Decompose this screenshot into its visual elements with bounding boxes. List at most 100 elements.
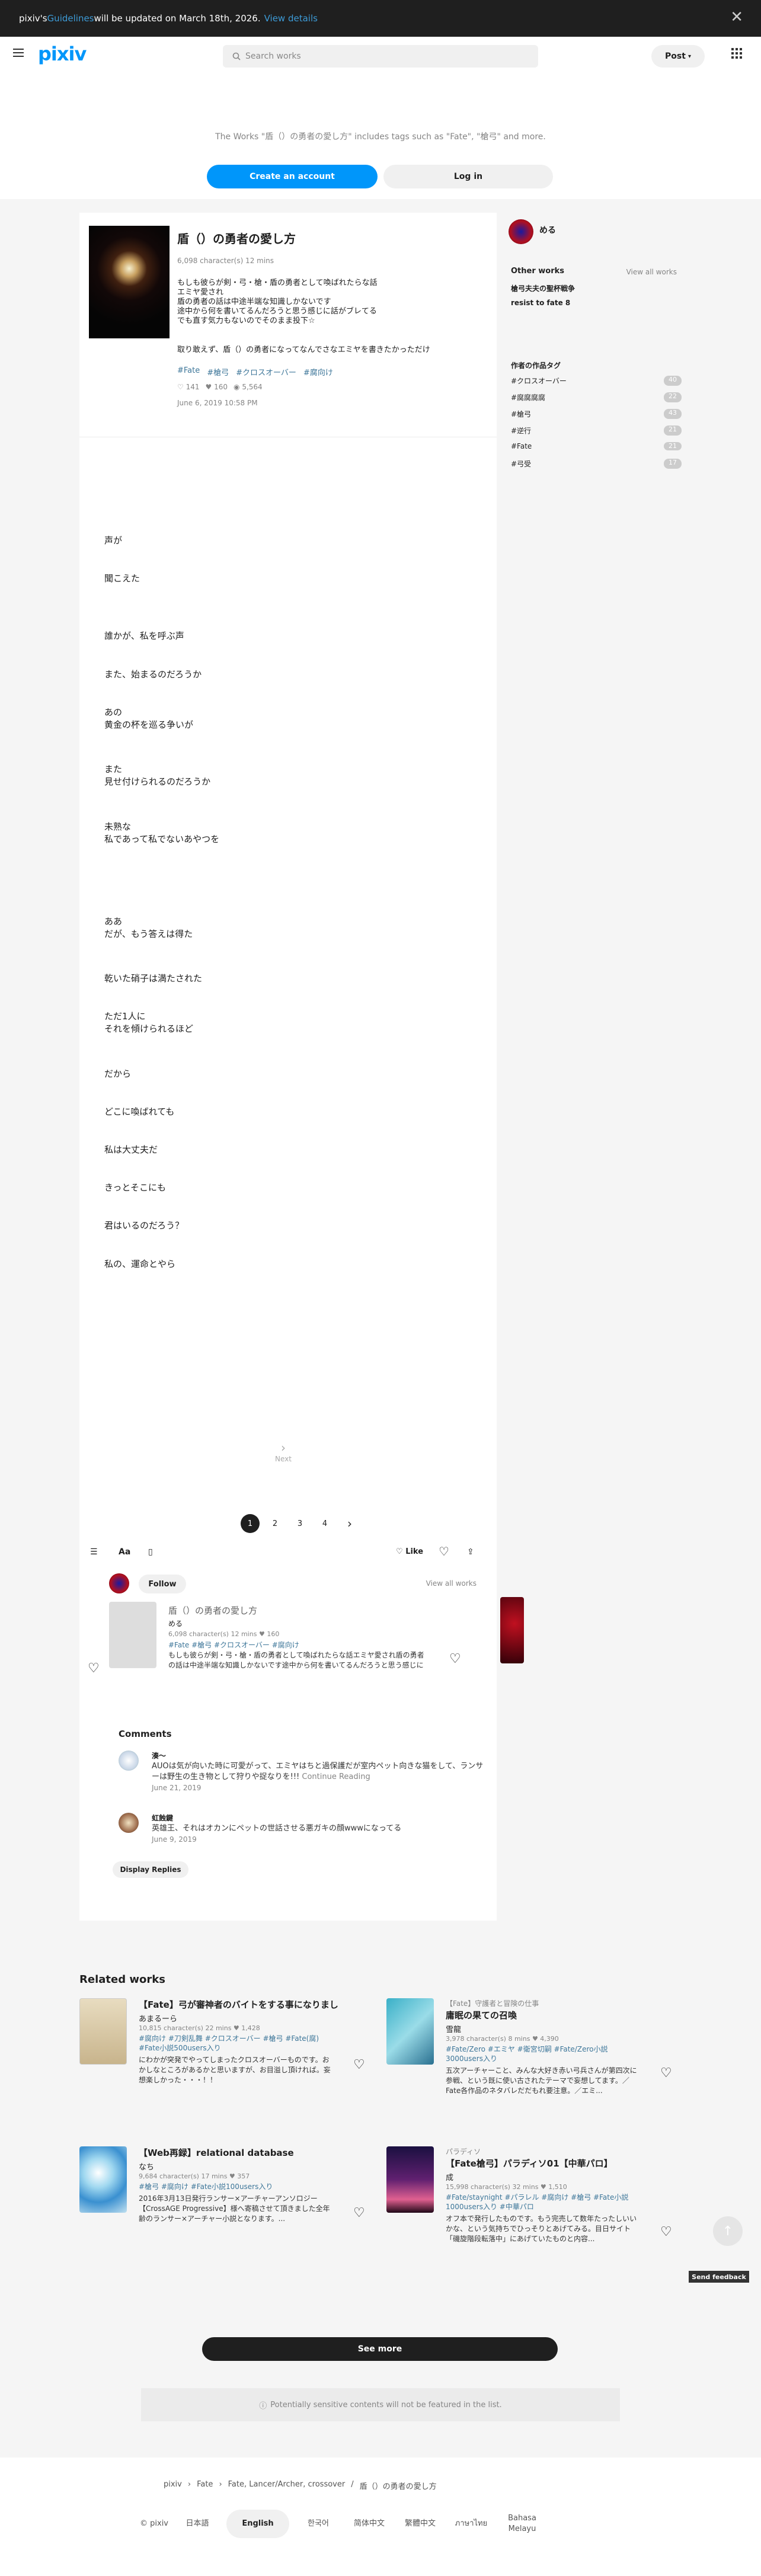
related-work-title[interactable]: 庸眠の果ての召喚: [446, 2009, 517, 2021]
author-tag[interactable]: #弓受 17: [511, 459, 682, 469]
pixiv-logo[interactable]: pixiv: [38, 43, 87, 65]
author-tag[interactable]: #クロスオーバー 40: [511, 376, 682, 386]
mini-work-card[interactable]: 盾（）の勇者の愛し方 める 6,098 character(s) 12 mins…: [88, 1597, 524, 1679]
scroll-to-top-button[interactable]: ↑: [713, 2216, 743, 2246]
related-work-author[interactable]: あまるーら: [139, 2012, 177, 2024]
next-page-button[interactable]: › Next: [275, 1441, 292, 1463]
related-work-author[interactable]: なち: [139, 2161, 154, 2172]
heart-icon[interactable]: ♡: [660, 2225, 673, 2239]
list-icon[interactable]: ☰: [90, 1547, 98, 1557]
author-tag[interactable]: #逆行 21: [511, 425, 682, 436]
related-work[interactable]: 【Web再録】relational database なち 9,684 char…: [79, 2146, 370, 2263]
see-more-button[interactable]: See more: [202, 2337, 558, 2361]
view-all-works-link[interactable]: View all works: [626, 268, 677, 276]
comment-body: 英雄王、それはオカンにペットの世話させる悪ガキの顔wwwになってる: [152, 1824, 402, 1833]
series-name[interactable]: 【Fate】守護者と冒険の仕事: [446, 1998, 539, 2008]
search-input[interactable]: Search works: [223, 45, 538, 68]
related-work-title[interactable]: 【Web再録】relational database: [139, 2146, 294, 2159]
avatar[interactable]: [119, 1751, 139, 1771]
lang-option[interactable]: 日本語: [172, 2510, 223, 2538]
tag-link[interactable]: #クロスオーバー: [236, 366, 296, 377]
follow-button[interactable]: Follow: [139, 1575, 186, 1593]
page-2[interactable]: 2: [266, 1514, 284, 1533]
related-work-title[interactable]: 【Fate】弓が審神者のバイトをする事になりまし: [139, 1998, 338, 2011]
continue-reading-link[interactable]: Continue Reading: [302, 1772, 370, 1781]
heart-icon[interactable]: ♡: [353, 2206, 366, 2220]
desc-line: もしも彼らが剣・弓・槍・盾の勇者として喚ばれたらな話: [177, 279, 378, 287]
body-line: また、始まるのだろうか: [104, 669, 202, 680]
related-work-title[interactable]: 【Fate槍弓】パラディソ01【中華パロ】: [446, 2157, 613, 2169]
author-tag[interactable]: #腐腐腐腐 22: [511, 392, 682, 402]
mini-author[interactable]: める: [168, 1618, 183, 1628]
breadcrumb-item[interactable]: Fate, Lancer/Archer, crossover: [228, 2480, 346, 2491]
related-work-tags[interactable]: #Fate/staynight #パラレル #腐向け #槍弓 #Fate小説10…: [446, 2193, 641, 2212]
work-thumbnail[interactable]: [79, 1998, 127, 2065]
work-thumbnail[interactable]: [79, 2146, 127, 2213]
close-icon[interactable]: ✕: [730, 9, 743, 25]
related-work-author[interactable]: 成: [446, 2171, 453, 2183]
create-account-button[interactable]: Create an account: [207, 165, 378, 188]
page-3[interactable]: 3: [290, 1514, 309, 1533]
related-work[interactable]: パラディソ 【Fate槍弓】パラディソ01【中華パロ】 成 15,998 cha…: [386, 2146, 677, 2263]
breadcrumb-item[interactable]: Fate: [197, 2480, 213, 2491]
lang-option-selected[interactable]: English: [226, 2510, 289, 2538]
like-label: Like: [405, 1547, 424, 1556]
view-all-works-link[interactable]: View all works: [426, 1579, 477, 1588]
series-name[interactable]: パラディソ: [446, 2146, 481, 2156]
sidebar-author-name[interactable]: める: [539, 224, 556, 236]
page-1[interactable]: 1: [241, 1514, 260, 1533]
heart-icon[interactable]: ♡: [88, 1661, 101, 1676]
related-work-author[interactable]: 雪龍: [446, 2023, 461, 2034]
view-details-link[interactable]: View details: [264, 13, 318, 24]
display-replies-button[interactable]: Display Replies: [113, 1861, 188, 1878]
heart-icon[interactable]: ♡: [660, 2066, 673, 2081]
body-line: 未熟な 私であって私でないあやつを: [104, 821, 220, 844]
tag-link[interactable]: #腐向け: [303, 366, 333, 377]
tag-link[interactable]: #槍弓: [207, 366, 229, 377]
like-button[interactable]: ♡ Like: [396, 1547, 423, 1556]
lang-option[interactable]: 繁體中文: [395, 2510, 446, 2538]
arrow-up-icon: ↑: [722, 2223, 734, 2239]
menu-icon[interactable]: [13, 49, 24, 57]
chevron-right-icon[interactable]: ›: [340, 1514, 359, 1533]
mini-title[interactable]: 盾（）の勇者の愛し方: [168, 1604, 257, 1617]
other-work-link[interactable]: 槍弓夫夫の聖杯戦争: [511, 283, 575, 293]
author-tag[interactable]: #槍弓 43: [511, 409, 682, 419]
breadcrumb-item[interactable]: pixiv: [164, 2480, 182, 2491]
related-work-tags[interactable]: #腐向け #刀剣乱舞 #クロスオーバー #槍弓 #Fate(腐) #Fate小説…: [139, 2034, 334, 2053]
login-button[interactable]: Log in: [383, 165, 553, 188]
work-thumbnail[interactable]: [386, 2146, 434, 2213]
apps-grid-icon[interactable]: [731, 48, 742, 59]
related-work-tags[interactable]: #Fate/Zero #エミヤ #衛宮切嗣 #Fate/Zero小説3000us…: [446, 2044, 641, 2063]
related-work[interactable]: 【Fate】守護者と冒険の仕事 庸眠の果ての召喚 雪龍 3,978 charac…: [386, 1998, 677, 2114]
heart-icon[interactable]: ♡: [439, 1544, 449, 1559]
tag-link[interactable]: #Fate: [177, 366, 200, 377]
cover-image[interactable]: [89, 226, 170, 338]
post-button[interactable]: Post ▾: [651, 45, 705, 68]
like-count: ♡ 141: [177, 383, 200, 391]
send-feedback-button[interactable]: Send feedback: [689, 2271, 749, 2283]
comment-author[interactable]: 湊〜: [152, 1751, 166, 1761]
heart-icon[interactable]: ♡: [449, 1652, 462, 1666]
avatar[interactable]: [509, 219, 533, 244]
related-work[interactable]: 【Fate】弓が審神者のバイトをする事になりまし あまるーら 10,815 ch…: [79, 1998, 370, 2114]
work-thumbnail[interactable]: [109, 1602, 156, 1668]
lang-option[interactable]: Bahasa Melayu: [497, 2510, 548, 2538]
lang-option[interactable]: ภาษาไทย: [446, 2510, 497, 2538]
guidelines-link[interactable]: Guidelines: [47, 13, 94, 24]
lang-option[interactable]: 한국어: [293, 2510, 344, 2538]
lang-option[interactable]: 简体中文: [344, 2510, 395, 2538]
bookmark-icon[interactable]: ▯: [148, 1547, 153, 1557]
page-4[interactable]: 4: [315, 1514, 334, 1533]
related-work-tags[interactable]: #槍弓 #腐向け #Fate小説100users入り: [139, 2182, 334, 2191]
next-work-thumb[interactable]: [500, 1597, 524, 1663]
share-icon[interactable]: ⇪: [467, 1547, 474, 1557]
heart-icon[interactable]: ♡: [353, 2057, 366, 2072]
comment-author[interactable]: 虹蝕鍵: [152, 1813, 173, 1823]
avatar[interactable]: [109, 1573, 129, 1593]
author-tag[interactable]: #Fate 21: [511, 442, 682, 450]
avatar[interactable]: [119, 1813, 139, 1833]
work-thumbnail[interactable]: [386, 1998, 434, 2065]
font-size-icon[interactable]: Aa: [119, 1547, 130, 1557]
other-work-link[interactable]: resist to fate 8: [511, 299, 570, 307]
